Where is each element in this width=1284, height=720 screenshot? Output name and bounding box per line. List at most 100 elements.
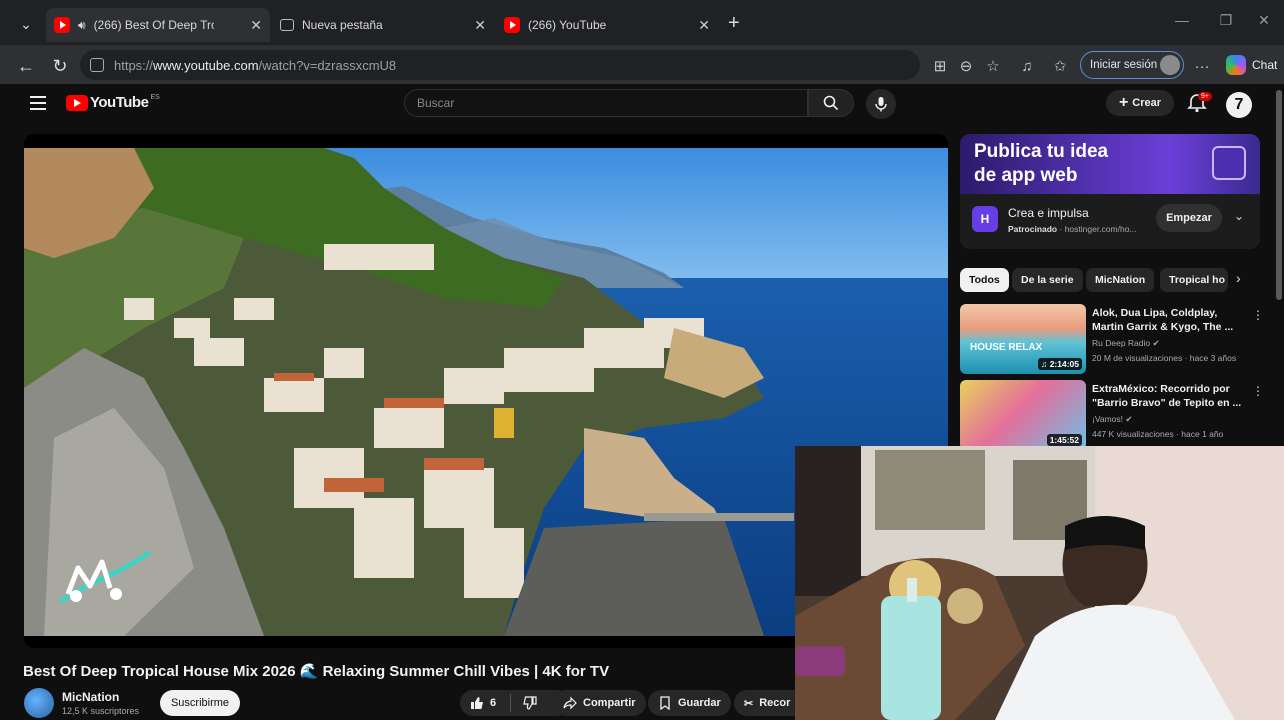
share-label: Compartir (583, 697, 636, 709)
more-vert-icon[interactable]: ⋮ (1252, 384, 1264, 398)
account-avatar[interactable]: 7 (1226, 92, 1252, 118)
tab-title: (266) YouTube (528, 18, 607, 32)
subscribe-button[interactable]: Suscribirme (160, 690, 240, 716)
share-arrow-icon (563, 696, 577, 710)
media-control-icon[interactable]: ♫ (1017, 56, 1037, 76)
signin-button[interactable]: Iniciar sesión (1080, 51, 1184, 79)
chevron-down-icon: ⌄ (20, 15, 32, 32)
close-tab-icon[interactable]: ✕ (250, 17, 262, 34)
reload-icon[interactable]: ↻ (48, 54, 72, 78)
profile-avatar-icon (1160, 55, 1180, 75)
video-title[interactable]: ExtraMéxico: Recorrido por "Barrio Bravo… (1092, 382, 1244, 410)
restore-icon[interactable]: ❐ (1206, 12, 1246, 29)
channel-name[interactable]: ¡Vamos! ✔ (1092, 414, 1133, 425)
share-button[interactable]: Compartir (553, 690, 646, 716)
like-button[interactable]: 6 (470, 696, 496, 710)
tab-list-dropdown-button[interactable]: ⌄ (12, 10, 40, 38)
video-thumbnail[interactable]: 1:45:52 (960, 380, 1086, 450)
channel-name[interactable]: Ru Deep Radio ✔ (1092, 338, 1160, 349)
chip-channel[interactable]: MicNation (1086, 268, 1155, 292)
thumbnail-text: HOUSE RELAX (970, 342, 1043, 353)
chevron-down-icon[interactable]: ⌄ (1234, 209, 1244, 223)
newtab-icon (280, 19, 294, 31)
ad-headline: Publica tu idea de app web (974, 141, 1109, 186)
new-tab-button[interactable]: + (728, 12, 740, 35)
close-tab-icon[interactable]: ✕ (698, 17, 710, 34)
minimize-icon[interactable]: — (1162, 12, 1202, 28)
copilot-chat-button[interactable]: Chat (1226, 54, 1277, 76)
url-path: /watch?v=dzrassxcmU8 (258, 57, 397, 73)
search-icon (823, 95, 839, 111)
tab-youtube[interactable]: (266) YouTube ✕ (496, 8, 718, 42)
save-button[interactable]: Guardar (648, 690, 731, 716)
search-button[interactable] (808, 89, 854, 117)
address-bar[interactable]: https://www.youtube.com/watch?v=dzrassxc… (80, 50, 920, 80)
sponsored-ad-card[interactable]: Publica tu idea de app web H Crea e impu… (960, 134, 1260, 249)
signin-label: Iniciar sesión (1090, 59, 1158, 71)
youtube-logo[interactable]: YouTube ES (66, 94, 160, 111)
video-duration: ♫ 2:14:05 (1037, 358, 1082, 370)
favorites-icon[interactable]: ✩ (1050, 56, 1070, 76)
youtube-icon (54, 17, 70, 33)
logo-wordmark: YouTube (90, 94, 149, 111)
browser-tab-bar: ⌄ 🔊︎ (266) Best Of Deep Tropical H ✕ Nue… (0, 0, 1284, 46)
close-tab-icon[interactable]: ✕ (474, 17, 486, 34)
create-label: Crear (1132, 97, 1162, 109)
tab-title: (266) Best Of Deep Tropical H (93, 18, 214, 32)
like-count: 6 (490, 697, 497, 709)
bookmark-icon (660, 696, 670, 710)
chip-tropical[interactable]: Tropical ho (1160, 268, 1228, 292)
youtube-icon (504, 17, 520, 33)
ad-banner[interactable]: Publica tu idea de app web (960, 134, 1260, 194)
window-close-icon[interactable]: ✕ (1244, 12, 1284, 29)
subscriber-count: 12,5 K suscriptores (62, 706, 140, 716)
more-vert-icon[interactable]: ⋮ (1252, 308, 1264, 322)
ad-sponsor-line: Patrocinado · hostinger.com/ho... (1008, 224, 1137, 234)
back-icon[interactable]: ← (14, 54, 38, 78)
voice-search-button[interactable] (866, 89, 896, 119)
hamburger-menu-icon[interactable] (30, 96, 46, 110)
video-title: Best Of Deep Tropical House Mix 2026 🌊 R… (23, 663, 610, 680)
chip-all[interactable]: Todos (960, 268, 1009, 292)
search-input[interactable]: Buscar (404, 89, 808, 117)
page-scrollbar[interactable] (1276, 90, 1282, 300)
lock-icon[interactable] (90, 58, 104, 72)
dislike-button[interactable] (517, 696, 537, 710)
favorite-star-icon[interactable]: ☆ (983, 56, 1003, 76)
video-duration: 1:45:52 (1046, 434, 1082, 446)
ad-cta-button[interactable]: Empezar (1156, 204, 1222, 232)
notification-badge: 9+ (1198, 92, 1212, 101)
chevron-right-icon[interactable]: › (1236, 270, 1241, 286)
tab-video[interactable]: 🔊︎ (266) Best Of Deep Tropical H ✕ (46, 8, 270, 42)
zoom-icon[interactable]: ⊖ (956, 56, 976, 76)
thumbs-up-icon (471, 697, 483, 709)
video-meta: 20 M de visualizaciones · hace 3 años (1092, 353, 1237, 363)
save-label: Guardar (678, 697, 721, 709)
youtube-play-icon (66, 94, 88, 111)
microphone-icon (875, 97, 887, 112)
search-placeholder: Buscar (417, 96, 455, 110)
tab-title: Nueva pestaña (302, 18, 383, 32)
channel-name[interactable]: MicNation (62, 690, 119, 704)
plus-icon: + (1118, 94, 1129, 111)
recommended-video[interactable]: 1:45:52 ExtraMéxico: Recorrido por "Barr… (960, 380, 1264, 450)
more-menu-icon[interactable]: ··· (1192, 56, 1212, 76)
chip-series[interactable]: De la serie (1012, 268, 1083, 292)
speaker-icon[interactable]: 🔊︎ (78, 18, 86, 33)
clip-button[interactable]: ✂ Recor (734, 690, 804, 716)
video-thumbnail[interactable]: HOUSE RELAX ♫ 2:14:05 (960, 304, 1086, 374)
country-code: ES (150, 94, 160, 101)
hostinger-logo: H (972, 206, 998, 232)
webcam-overlay (795, 446, 1284, 720)
video-title[interactable]: Alok, Dua Lipa, Coldplay, Martin Garrix … (1092, 306, 1244, 334)
app-available-icon[interactable]: ⊞ (930, 56, 950, 76)
channel-watermark-logo (58, 550, 152, 604)
create-button[interactable]: + Crear (1106, 90, 1174, 116)
video-meta: 447 K visualizaciones · hace 1 año (1092, 429, 1224, 439)
tab-new-tab[interactable]: Nueva pestaña ✕ (272, 8, 494, 42)
recommended-video[interactable]: HOUSE RELAX ♫ 2:14:05 Alok, Dua Lipa, Co… (960, 304, 1264, 374)
scissors-icon: ✂ (744, 697, 754, 710)
channel-avatar[interactable] (24, 688, 54, 718)
chat-label: Chat (1252, 58, 1278, 72)
url-host: www.youtube.com (153, 57, 259, 73)
